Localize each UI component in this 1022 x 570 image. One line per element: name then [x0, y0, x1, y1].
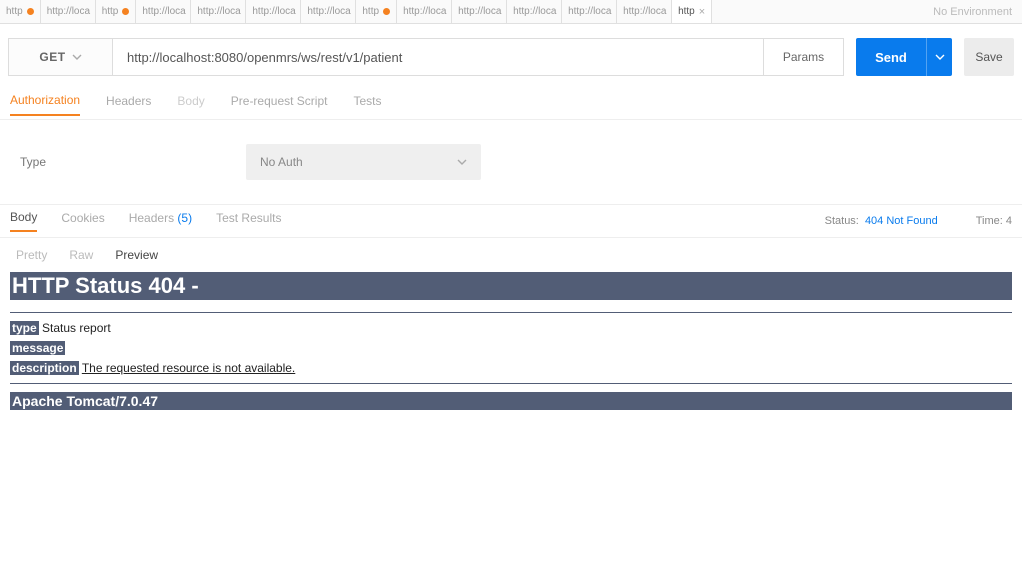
- view-mode-tabs: Pretty Raw Preview: [0, 238, 1022, 272]
- tab-label: http: [362, 6, 379, 17]
- error-description-line: description The requested resource is no…: [10, 361, 1012, 375]
- message-label: message: [10, 341, 65, 355]
- resp-tab-body[interactable]: Body: [10, 210, 37, 232]
- unsaved-dot-icon: [27, 8, 34, 15]
- url-input[interactable]: [113, 38, 764, 76]
- request-tab[interactable]: http://loca: [452, 0, 507, 23]
- error-heading: HTTP Status 404 -: [10, 272, 1012, 300]
- server-signature: Apache Tomcat/7.0.47: [10, 392, 1012, 410]
- tab-prerequest[interactable]: Pre-request Script: [231, 94, 328, 115]
- request-tab[interactable]: http://loca: [397, 0, 452, 23]
- response-time: Time: 4: [976, 215, 1012, 227]
- description-value: The requested resource is not available.: [82, 361, 295, 375]
- tab-label: http://loca: [252, 6, 295, 17]
- tab-label: http://loca: [568, 6, 611, 17]
- params-label: Params: [783, 50, 824, 64]
- auth-type-dropdown[interactable]: No Auth: [246, 144, 481, 180]
- save-button[interactable]: Save: [964, 38, 1014, 76]
- send-dropdown[interactable]: [926, 38, 952, 76]
- view-preview[interactable]: Preview: [115, 248, 158, 262]
- chevron-down-icon: [935, 52, 945, 62]
- tab-label: http://loca: [458, 6, 501, 17]
- description-label: description: [10, 361, 79, 375]
- type-label: type: [10, 321, 39, 335]
- type-value: Status report: [39, 321, 111, 335]
- view-pretty[interactable]: Pretty: [16, 248, 47, 262]
- error-message-line: message: [10, 341, 1012, 355]
- response-tabs: Body Cookies Headers (5) Test Results St…: [0, 204, 1022, 238]
- time-value: 4: [1006, 215, 1012, 227]
- request-tab[interactable]: http://loca: [617, 0, 672, 23]
- request-tab-active[interactable]: http ×: [672, 0, 712, 23]
- status-value: 404 Not Found: [865, 215, 938, 227]
- error-type-line: type Status report: [10, 321, 1012, 335]
- unsaved-dot-icon: [122, 8, 129, 15]
- method-label: GET: [39, 50, 65, 64]
- auth-type-value: No Auth: [260, 155, 303, 169]
- tab-label: http: [102, 6, 119, 17]
- divider: [10, 383, 1012, 384]
- request-builder: GET Params Send Save: [0, 24, 1022, 90]
- request-tab[interactable]: http://loca: [301, 0, 356, 23]
- close-icon[interactable]: ×: [699, 6, 705, 18]
- tab-label: http://loca: [623, 6, 666, 17]
- tab-label: http://loca: [513, 6, 556, 17]
- authorization-panel: Type No Auth: [0, 120, 1022, 204]
- chevron-down-icon: [457, 157, 467, 167]
- environment-label: No Environment: [933, 6, 1012, 18]
- tab-label: http://loca: [47, 6, 90, 17]
- tab-label: http://loca: [403, 6, 446, 17]
- environment-selector[interactable]: No Environment: [712, 0, 1022, 23]
- resp-headers-label: Headers: [129, 211, 174, 225]
- tab-label: http://loca: [142, 6, 185, 17]
- divider: [10, 312, 1012, 313]
- resp-tab-tests[interactable]: Test Results: [216, 211, 281, 231]
- params-button[interactable]: Params: [764, 38, 844, 76]
- resp-tab-cookies[interactable]: Cookies: [61, 211, 104, 231]
- unsaved-dot-icon: [383, 8, 390, 15]
- tab-label: http: [678, 6, 695, 17]
- request-tab[interactable]: http: [0, 0, 41, 23]
- response-status: Status: 404 Not Found: [825, 215, 938, 227]
- response-preview: HTTP Status 404 - type Status report mes…: [0, 272, 1022, 420]
- tab-body[interactable]: Body: [177, 94, 204, 115]
- tab-label: http://loca: [307, 6, 350, 17]
- request-tab[interactable]: http: [356, 0, 397, 23]
- request-tab[interactable]: http://loca: [507, 0, 562, 23]
- tab-tests[interactable]: Tests: [353, 94, 381, 115]
- time-label: Time:: [976, 215, 1003, 227]
- chevron-down-icon: [72, 52, 82, 62]
- save-label: Save: [975, 50, 1002, 64]
- request-tab[interactable]: http: [96, 0, 137, 23]
- tab-headers[interactable]: Headers: [106, 94, 151, 115]
- request-tab[interactable]: http://loca: [136, 0, 191, 23]
- tab-authorization[interactable]: Authorization: [10, 93, 80, 116]
- method-dropdown[interactable]: GET: [8, 38, 113, 76]
- request-tab[interactable]: http://loca: [246, 0, 301, 23]
- send-label: Send: [875, 50, 907, 65]
- resp-tab-headers[interactable]: Headers (5): [129, 211, 192, 231]
- tab-label: http://loca: [197, 6, 240, 17]
- request-tab[interactable]: http://loca: [191, 0, 246, 23]
- status-label: Status:: [825, 215, 859, 227]
- resp-headers-count: (5): [177, 211, 192, 225]
- request-tabs: Authorization Headers Body Pre-request S…: [0, 90, 1022, 120]
- view-raw[interactable]: Raw: [69, 248, 93, 262]
- send-button[interactable]: Send: [856, 38, 926, 76]
- tabs-strip: http http://loca http http://loca http:/…: [0, 0, 1022, 24]
- request-tab[interactable]: http://loca: [562, 0, 617, 23]
- request-tab[interactable]: http://loca: [41, 0, 96, 23]
- auth-type-label: Type: [20, 155, 46, 169]
- tab-label: http: [6, 6, 23, 17]
